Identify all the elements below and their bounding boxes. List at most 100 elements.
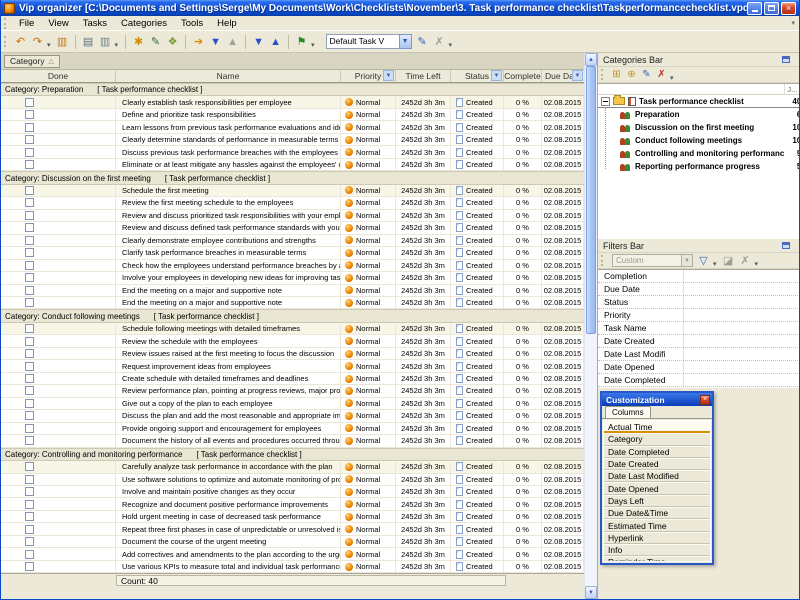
view-options-icon[interactable]: ▾ — [449, 41, 453, 49]
new-category-icon[interactable]: ⊞ — [609, 68, 624, 82]
filter-row-task-name[interactable]: Task Name — [598, 322, 800, 335]
task-checkbox[interactable] — [25, 411, 34, 420]
task-row[interactable]: Schedule following meetings with detaile… — [1, 323, 584, 335]
task-checkbox[interactable] — [25, 123, 34, 132]
menu-item-tasks[interactable]: Tasks — [76, 17, 114, 30]
flag-dropdown-icon[interactable]: ▾ — [311, 41, 315, 49]
task-row[interactable]: Repeat three first phases in case of unp… — [1, 523, 584, 535]
task-checkbox[interactable] — [25, 186, 34, 195]
task-checkbox[interactable] — [25, 198, 34, 207]
task-row[interactable]: Provide ongoing support and encouragemen… — [1, 423, 584, 435]
column-filter-icon[interactable] — [572, 70, 583, 81]
tree-category-row[interactable]: Discussion on the first meeting1010 — [598, 121, 800, 134]
minimize-button[interactable] — [747, 2, 762, 15]
customization-window[interactable]: Customization × Columns Actual TimeCateg… — [600, 391, 714, 565]
customization-item[interactable]: Due Date&Time — [604, 507, 710, 519]
task-checkbox[interactable] — [25, 160, 34, 169]
task-row[interactable]: Review the schedule with the employeesNo… — [1, 335, 584, 347]
task-checkbox[interactable] — [25, 537, 34, 546]
task-row[interactable]: End the meeting on a major and supportiv… — [1, 297, 584, 309]
customization-item[interactable]: Category — [604, 433, 710, 445]
task-row[interactable]: Give out a copy of the plan to each empl… — [1, 398, 584, 410]
task-row[interactable]: Hold urgent meeting in case of decreased… — [1, 511, 584, 523]
delete-view-icon[interactable]: ✗ — [431, 33, 448, 50]
print-preview-icon[interactable]: ▥ — [97, 33, 114, 50]
task-checkbox[interactable] — [25, 135, 34, 144]
task-row[interactable]: Review performance plan, pointing at pro… — [1, 385, 584, 397]
filter-preset-combo[interactable]: Custom — [612, 254, 682, 267]
menubar-chevron-icon[interactable]: ▾ — [791, 19, 795, 27]
new-task-icon[interactable]: ✱ — [130, 33, 147, 50]
customization-close-button[interactable]: × — [700, 395, 710, 405]
task-row[interactable]: Discuss the plan and add the most reason… — [1, 410, 584, 422]
task-checkbox[interactable] — [25, 211, 34, 220]
tab-columns[interactable]: Columns — [605, 406, 651, 418]
task-checkbox[interactable] — [25, 436, 34, 445]
task-checkbox[interactable] — [25, 286, 34, 295]
close-button[interactable]: × — [781, 2, 796, 15]
customization-item[interactable]: Date Completed — [604, 446, 710, 458]
tree-col-j[interactable]: J... — [784, 84, 800, 94]
eraser-icon[interactable]: ◪ — [720, 252, 737, 269]
tree-category-row[interactable]: Controlling and monitoring performanc99 — [598, 147, 800, 160]
customization-item[interactable]: Date Created — [604, 458, 710, 470]
task-checkbox[interactable] — [25, 236, 34, 245]
filters-float-button[interactable] — [780, 240, 792, 251]
task-row[interactable]: Recognize and document positive performa… — [1, 498, 584, 510]
task-row[interactable]: Request improvement ideas from employees… — [1, 360, 584, 372]
tree-category-row[interactable]: Reporting performance progress55 — [598, 160, 800, 173]
task-row[interactable]: Use various KPIs to measure total and in… — [1, 561, 584, 573]
collapse-all-icon[interactable]: ▲ — [267, 33, 284, 50]
task-row[interactable]: Define and prioritize task responsibilit… — [1, 109, 584, 121]
task-row[interactable]: Clearly demonstrate employee contributio… — [1, 235, 584, 247]
task-row[interactable]: Clarify task performance breaches in mea… — [1, 247, 584, 259]
task-row[interactable]: Learn lessons from previous task perform… — [1, 121, 584, 133]
column-header-name[interactable]: Name — [116, 70, 341, 82]
grid-vertical-scrollbar[interactable] — [584, 53, 597, 599]
tree-root-row[interactable]: Task performance checklist4040 — [598, 95, 800, 108]
task-row[interactable]: Create schedule with detailed timeframes… — [1, 373, 584, 385]
column-header-priority[interactable]: Priority — [341, 70, 396, 82]
filters-toolbar-grip[interactable] — [601, 255, 606, 266]
task-row[interactable]: Discuss previous task performance breach… — [1, 146, 584, 158]
filter-row-date-last-modifi[interactable]: Date Last Modifi — [598, 348, 800, 361]
task-checkbox[interactable] — [25, 487, 34, 496]
filter-row-date-created[interactable]: Date Created — [598, 335, 800, 348]
task-checkbox[interactable] — [25, 98, 34, 107]
toolbar-grip[interactable] — [4, 36, 9, 47]
task-checkbox[interactable] — [25, 324, 34, 333]
task-view-dropdown-icon[interactable]: ▼ — [399, 34, 412, 49]
column-header-done[interactable]: Done — [1, 70, 116, 82]
category-group-row[interactable]: Category: Preparation[ Task performance … — [1, 83, 584, 96]
task-checkbox[interactable] — [25, 475, 34, 484]
undo-icon[interactable]: ↶ — [12, 33, 29, 50]
filter-row-status[interactable]: Status — [598, 296, 800, 309]
task-checkbox[interactable] — [25, 223, 34, 232]
customization-item[interactable]: Estimated Time — [604, 519, 710, 531]
task-checkbox[interactable] — [25, 462, 34, 471]
scrollbar-thumb[interactable] — [586, 66, 596, 334]
complete-task-icon[interactable]: ➔ — [190, 33, 207, 50]
task-checkbox[interactable] — [25, 148, 34, 157]
clear-filter-icon[interactable]: ✗ — [737, 252, 754, 269]
filter-dropdown-icon[interactable]: ▾ — [713, 260, 717, 268]
task-checkbox[interactable] — [25, 525, 34, 534]
task-row[interactable]: Review and discuss prioritized task resp… — [1, 210, 584, 222]
task-row[interactable]: Eliminate or at least mitigate any hassl… — [1, 159, 584, 171]
customization-item[interactable]: Days Left — [604, 495, 710, 507]
paste-icon[interactable]: ▥ — [54, 33, 71, 50]
apply-filter-icon[interactable]: ▽ — [695, 252, 712, 269]
categories-options-icon[interactable]: ▾ — [670, 74, 674, 82]
redo-dropdown-icon[interactable]: ▾ — [47, 41, 51, 49]
restore-button[interactable] — [764, 2, 779, 15]
task-checkbox[interactable] — [25, 349, 34, 358]
menu-item-help[interactable]: Help — [210, 17, 244, 30]
task-checkbox[interactable] — [25, 362, 34, 371]
task-row[interactable]: Clearly determine standards of performan… — [1, 134, 584, 146]
filter-preset-dropdown-icon[interactable]: ▼ — [682, 254, 693, 267]
column-filter-icon[interactable] — [491, 70, 502, 81]
categories-pin-button[interactable] — [794, 54, 800, 65]
flag-icon[interactable]: ⚑ — [293, 33, 310, 50]
edit-view-icon[interactable]: ✎ — [414, 33, 431, 50]
move-down-icon[interactable]: ▼ — [207, 33, 224, 50]
